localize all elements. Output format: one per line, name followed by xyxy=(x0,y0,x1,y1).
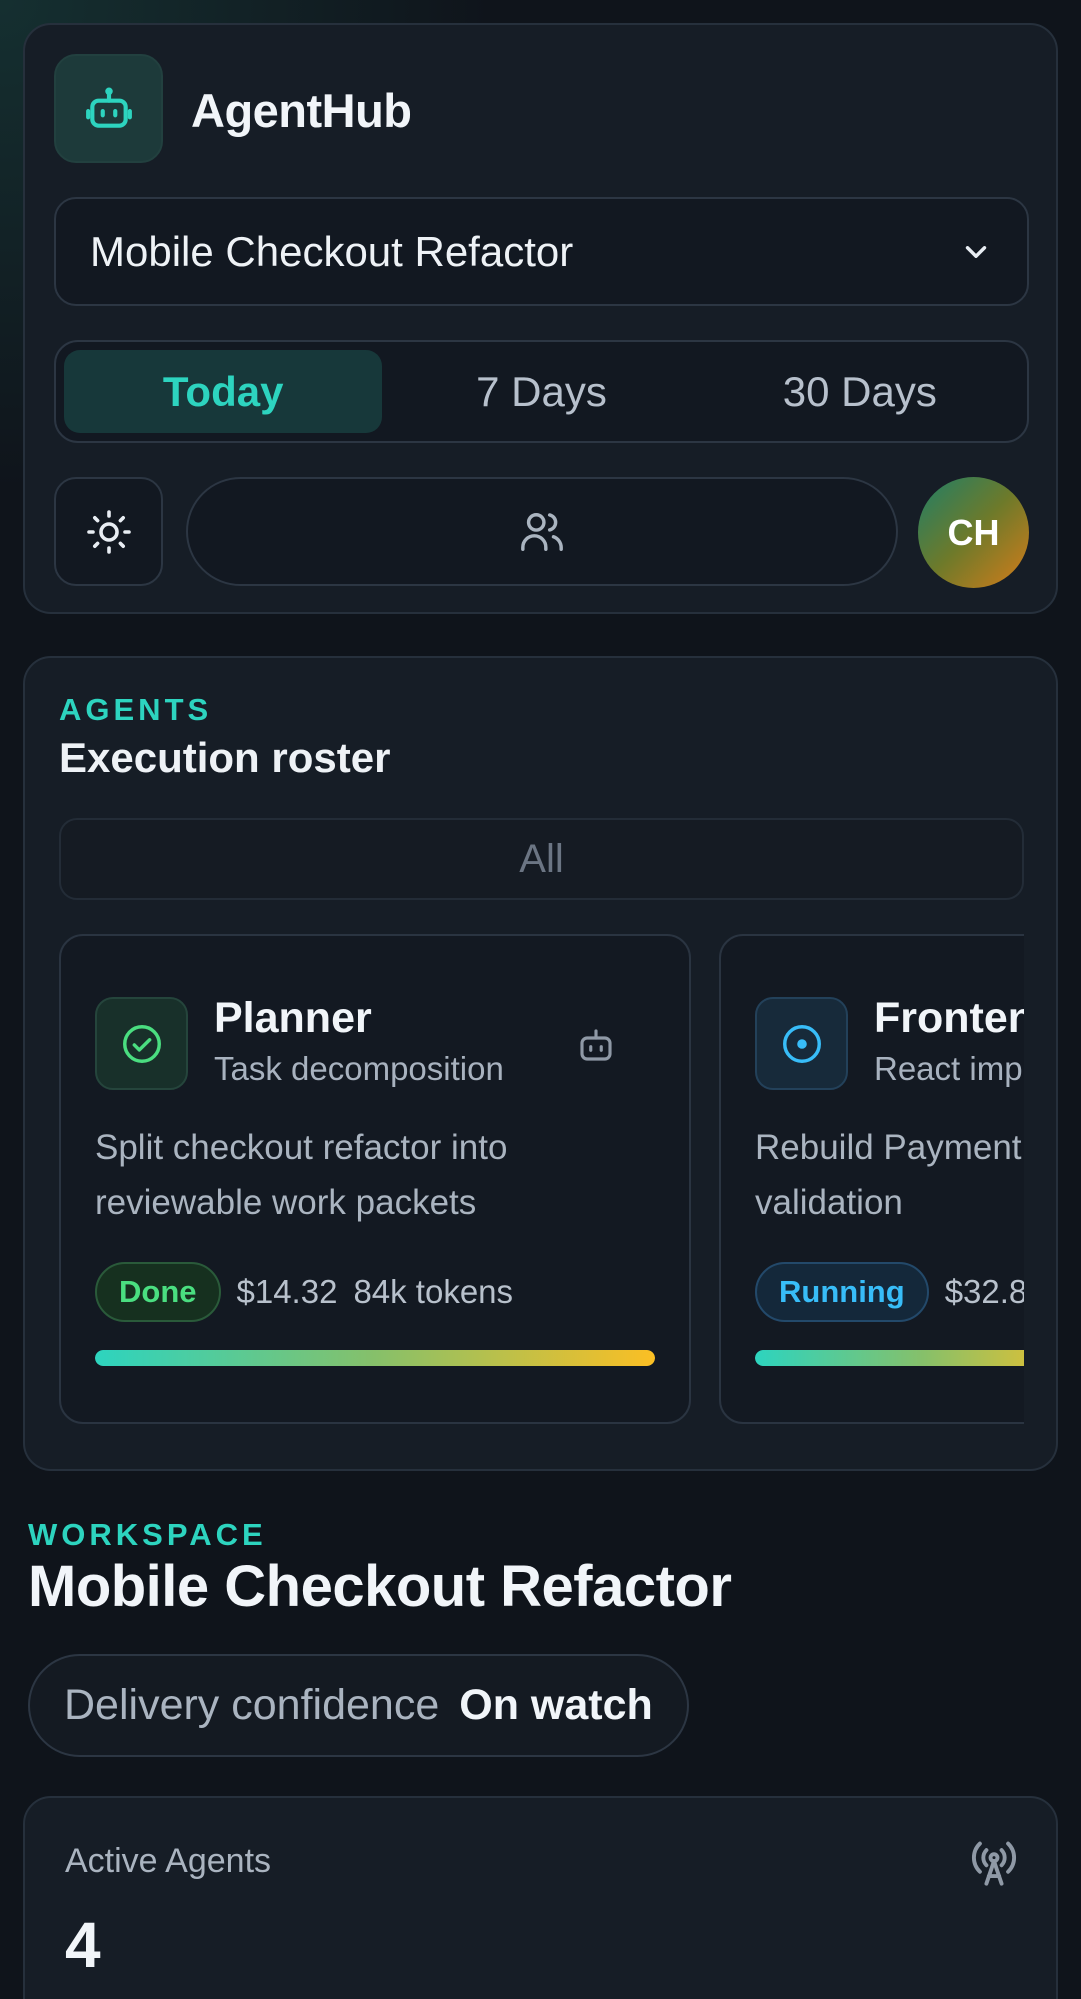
agent-progress-bar xyxy=(755,1350,1024,1366)
agent-description: Split checkout refactor into reviewable … xyxy=(95,1128,508,1222)
active-agents-card: Active Agents 4 xyxy=(23,1796,1058,1999)
stat-value: 4 xyxy=(65,1909,101,1981)
tab-today[interactable]: Today xyxy=(64,350,383,433)
agent-meta: Running $32.8 xyxy=(755,1262,1024,1322)
agent-name: Planner xyxy=(214,994,372,1042)
agent-role: Task decomposition xyxy=(214,1050,504,1087)
user-avatar[interactable]: CH xyxy=(918,477,1029,588)
agent-cost: $32.8 xyxy=(944,1273,1024,1310)
confidence-value: On watch xyxy=(459,1681,653,1729)
agent-description: Rebuild Payment form model and validatio… xyxy=(755,1128,1024,1222)
chevron-down-icon xyxy=(965,245,987,258)
range-tabs: Today 7 Days 30 Days xyxy=(54,340,1029,443)
theme-toggle-button[interactable] xyxy=(54,477,163,586)
agent-status-tile xyxy=(755,997,848,1090)
sun-icon xyxy=(86,509,131,554)
agent-role: React implementation xyxy=(874,1050,1024,1087)
agent-card-planner[interactable]: Planner Task decomposition Split checkou… xyxy=(59,934,691,1424)
users-icon xyxy=(521,512,563,551)
agents-eyebrow: AGENTS xyxy=(59,692,213,727)
agent-card-frontend[interactable]: Frontend React implementation Rebuild Pa… xyxy=(719,934,1024,1424)
agent-tokens: 84k tokens xyxy=(353,1273,514,1310)
project-selector[interactable]: Mobile Checkout Refactor xyxy=(54,197,1029,306)
agents-section-title: Execution roster xyxy=(59,734,391,781)
agent-filter-all[interactable]: All xyxy=(59,818,1024,900)
workspace-eyebrow: WORKSPACE xyxy=(28,1517,267,1552)
agent-status-tile xyxy=(95,997,188,1090)
app-title: AgentHub xyxy=(191,84,412,137)
status-badge: Running xyxy=(755,1262,929,1322)
agent-cost: $14.32 xyxy=(236,1273,338,1310)
delivery-confidence-pill[interactable]: Delivery confidence On watch xyxy=(28,1654,689,1757)
agents-panel: AGENTS Execution roster All Planner Task… xyxy=(23,656,1058,1471)
agent-progress-bar xyxy=(95,1350,655,1366)
confidence-label: Delivery confidence xyxy=(64,1681,440,1729)
robot-icon xyxy=(580,1029,612,1061)
agent-progress-fill xyxy=(95,1350,655,1366)
tab-30-days[interactable]: 30 Days xyxy=(701,350,1019,433)
status-badge: Done xyxy=(95,1262,221,1322)
workspace-title: Mobile Checkout Refactor xyxy=(28,1554,732,1619)
target-icon xyxy=(782,1024,821,1063)
tab-7-days[interactable]: 7 Days xyxy=(382,350,700,433)
header-panel: AgentHub Mobile Checkout Refactor Today … xyxy=(23,23,1058,614)
agent-meta: Done $14.32 84k tokens xyxy=(95,1262,513,1322)
check-circle-icon xyxy=(122,1024,161,1063)
agent-name: Frontend xyxy=(874,994,1024,1042)
agent-card-strip[interactable]: Planner Task decomposition Split checkou… xyxy=(59,934,1024,1424)
robot-icon xyxy=(85,87,132,128)
agent-progress-fill xyxy=(755,1350,1024,1366)
app-logo[interactable] xyxy=(54,54,163,163)
team-button[interactable] xyxy=(186,477,898,586)
broadcast-icon xyxy=(972,1841,1016,1886)
stat-label: Active Agents xyxy=(65,1842,272,1880)
project-selector-value: Mobile Checkout Refactor xyxy=(90,227,574,275)
